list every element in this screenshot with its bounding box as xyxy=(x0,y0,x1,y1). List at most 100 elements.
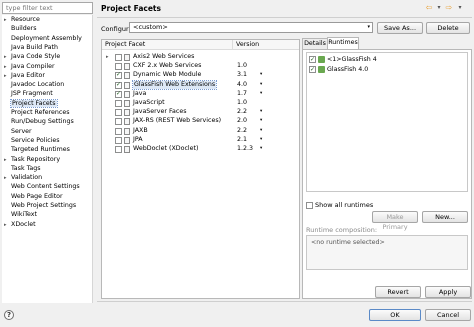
tree-item[interactable]: Deployment Assembly xyxy=(4,35,82,44)
facet-row[interactable]: CXF 2.x Web Services 1.0 xyxy=(102,62,299,71)
tab-details[interactable]: Details xyxy=(302,38,328,49)
facet-row[interactable]: WebDoclet (XDoclet) 1.2.3 ▾ xyxy=(102,145,299,154)
tree-item[interactable]: Web Content Settings xyxy=(4,183,80,192)
expand-arrow-icon[interactable]: ▸ xyxy=(4,156,11,165)
facet-version[interactable]: 2.0 xyxy=(237,117,247,126)
tree-item[interactable]: Javadoc Location xyxy=(4,81,64,90)
expand-arrow-icon[interactable]: ▸ xyxy=(4,72,11,81)
version-dropdown-icon[interactable]: ▾ xyxy=(260,136,262,145)
facet-checkbox[interactable] xyxy=(115,90,122,98)
column-header-version[interactable]: Version xyxy=(233,40,299,50)
facet-checkbox[interactable] xyxy=(115,136,122,144)
ok-button[interactable]: OK xyxy=(369,309,421,321)
facet-row[interactable]: JPA 2.1 ▾ xyxy=(102,136,299,145)
new-runtime-button[interactable]: New... xyxy=(422,211,468,223)
facet-checkbox[interactable] xyxy=(115,118,122,126)
tree-item[interactable]: Builders xyxy=(4,25,37,34)
cancel-button[interactable]: Cancel xyxy=(425,309,471,321)
facet-row[interactable]: Java 1.7 ▾ xyxy=(102,90,299,99)
version-dropdown-icon[interactable]: ▾ xyxy=(260,108,262,117)
facet-checkbox[interactable] xyxy=(115,81,122,89)
help-icon[interactable]: ? xyxy=(4,310,14,320)
tree-item[interactable]: ▸ Task Repository xyxy=(4,156,60,165)
facet-version[interactable]: 2.1 xyxy=(237,136,247,145)
facet-version[interactable]: 3.1 xyxy=(237,71,247,80)
facet-version[interactable]: 1.2.3 xyxy=(237,145,253,154)
facet-version[interactable]: 2.2 xyxy=(237,108,247,117)
show-all-checkbox[interactable] xyxy=(306,201,313,209)
tree-item[interactable]: Java Build Path xyxy=(4,44,58,53)
tree-item[interactable]: ▸ XDoclet xyxy=(4,221,36,230)
save-as-button[interactable]: Save As... xyxy=(377,22,423,34)
facet-checkbox[interactable] xyxy=(115,146,122,153)
version-dropdown-icon[interactable]: ▾ xyxy=(260,117,262,126)
facet-version[interactable]: 1.0 xyxy=(237,99,247,108)
tree-item[interactable]: WikiText xyxy=(4,211,37,220)
delete-button[interactable]: Delete xyxy=(426,22,470,34)
expand-arrow-icon[interactable]: ▸ xyxy=(4,174,11,183)
facet-row[interactable]: Dynamic Web Module 3.1 ▾ xyxy=(102,71,299,80)
tree-item[interactable]: ▸ Java Code Style xyxy=(4,53,60,62)
version-dropdown-icon[interactable]: ▾ xyxy=(260,127,262,136)
filter-input[interactable] xyxy=(2,2,93,14)
tree-item[interactable]: Web Page Editor xyxy=(4,193,63,202)
facet-row[interactable]: ▸ Axis2 Web Services xyxy=(102,53,299,62)
expand-arrow-icon[interactable]: ▸ xyxy=(4,63,11,72)
runtime-checkbox[interactable] xyxy=(309,55,316,64)
back-arrow-icon[interactable]: ⇦ xyxy=(424,3,434,12)
facet-row[interactable]: JavaServer Faces 2.2 ▾ xyxy=(102,108,299,117)
tree-item[interactable]: ▸ Resource xyxy=(4,16,40,25)
facet-checkbox[interactable] xyxy=(115,54,122,61)
runtime-item[interactable]: <1>GlassFish 4 xyxy=(309,55,377,64)
runtime-checkbox[interactable] xyxy=(309,65,316,74)
facet-version[interactable]: 1.0 xyxy=(237,62,247,71)
facet-version[interactable]: 4.0 xyxy=(237,81,247,90)
facet-row[interactable]: JavaScript 1.0 xyxy=(102,99,299,108)
facet-version[interactable]: 1.7 xyxy=(237,90,247,99)
tree-item[interactable]: ▸ Java Compiler xyxy=(4,63,55,72)
expand-arrow-icon[interactable]: ▸ xyxy=(4,221,11,230)
tree-item[interactable]: Service Policies xyxy=(4,137,60,146)
runtimes-list[interactable]: <1>GlassFish 4 GlassFish 4.0 xyxy=(306,52,468,192)
runtime-item[interactable]: GlassFish 4.0 xyxy=(309,65,368,74)
forward-arrow-icon[interactable]: ⇨ xyxy=(444,3,454,12)
back-menu-icon[interactable]: ▾ xyxy=(434,3,444,12)
facet-name: GlassFish Web Extensions xyxy=(131,79,218,91)
make-primary-button[interactable]: Make Primary xyxy=(372,211,418,231)
expand-arrow-icon[interactable]: ▸ xyxy=(106,53,109,62)
facet-row[interactable]: GlassFish Web Extensions 4.0 ▾ xyxy=(102,79,299,91)
tree-item[interactable]: Run/Debug Settings xyxy=(4,118,74,127)
glassfish-icon xyxy=(318,55,325,63)
show-all-runtimes-option[interactable]: Show all runtimes xyxy=(306,201,373,210)
tree-item[interactable]: Task Tags xyxy=(4,165,41,174)
tree-item[interactable]: Web Project Settings xyxy=(4,202,76,211)
column-header-facet[interactable]: Project Facet xyxy=(102,40,233,50)
facet-checkbox[interactable] xyxy=(115,63,122,71)
expand-arrow-icon[interactable]: ▸ xyxy=(4,16,11,25)
tab-runtimes[interactable]: Runtimes xyxy=(327,37,359,49)
version-dropdown-icon[interactable]: ▾ xyxy=(260,145,262,154)
facet-checkbox[interactable] xyxy=(115,109,122,117)
version-dropdown-icon[interactable]: ▾ xyxy=(260,90,262,99)
tree-item[interactable]: Targeted Runtimes xyxy=(4,146,70,155)
tree-item[interactable]: Server xyxy=(4,128,32,137)
version-dropdown-icon[interactable]: ▾ xyxy=(260,81,262,90)
apply-button[interactable]: Apply xyxy=(425,286,471,298)
property-tree[interactable]: ▸ Resource Builders Deployment Assembly Java… xyxy=(2,15,93,303)
facet-checkbox[interactable] xyxy=(115,100,122,107)
view-menu-icon[interactable]: ▾ xyxy=(455,3,465,12)
expand-arrow-icon[interactable]: ▸ xyxy=(4,53,11,62)
facet-row[interactable]: JAX-RS (REST Web Services) 2.0 ▾ xyxy=(102,117,299,126)
tree-item[interactable]: ▸ Java Editor xyxy=(4,72,45,81)
facet-row[interactable]: JAXB 2.2 ▾ xyxy=(102,127,299,136)
version-dropdown-icon[interactable]: ▾ xyxy=(260,71,262,80)
configuration-select[interactable]: <custom> ▾ xyxy=(129,22,373,33)
tree-item[interactable]: Project Facets xyxy=(4,98,58,109)
facet-checkbox[interactable] xyxy=(115,71,122,80)
tree-item[interactable]: Project References xyxy=(4,109,70,118)
facet-version[interactable]: 2.2 xyxy=(237,127,247,136)
tree-item[interactable]: JSP Fragment xyxy=(4,90,53,99)
revert-button[interactable]: Revert xyxy=(375,286,421,298)
facet-checkbox[interactable] xyxy=(115,127,122,135)
tree-item[interactable]: ▸ Validation xyxy=(4,174,42,183)
